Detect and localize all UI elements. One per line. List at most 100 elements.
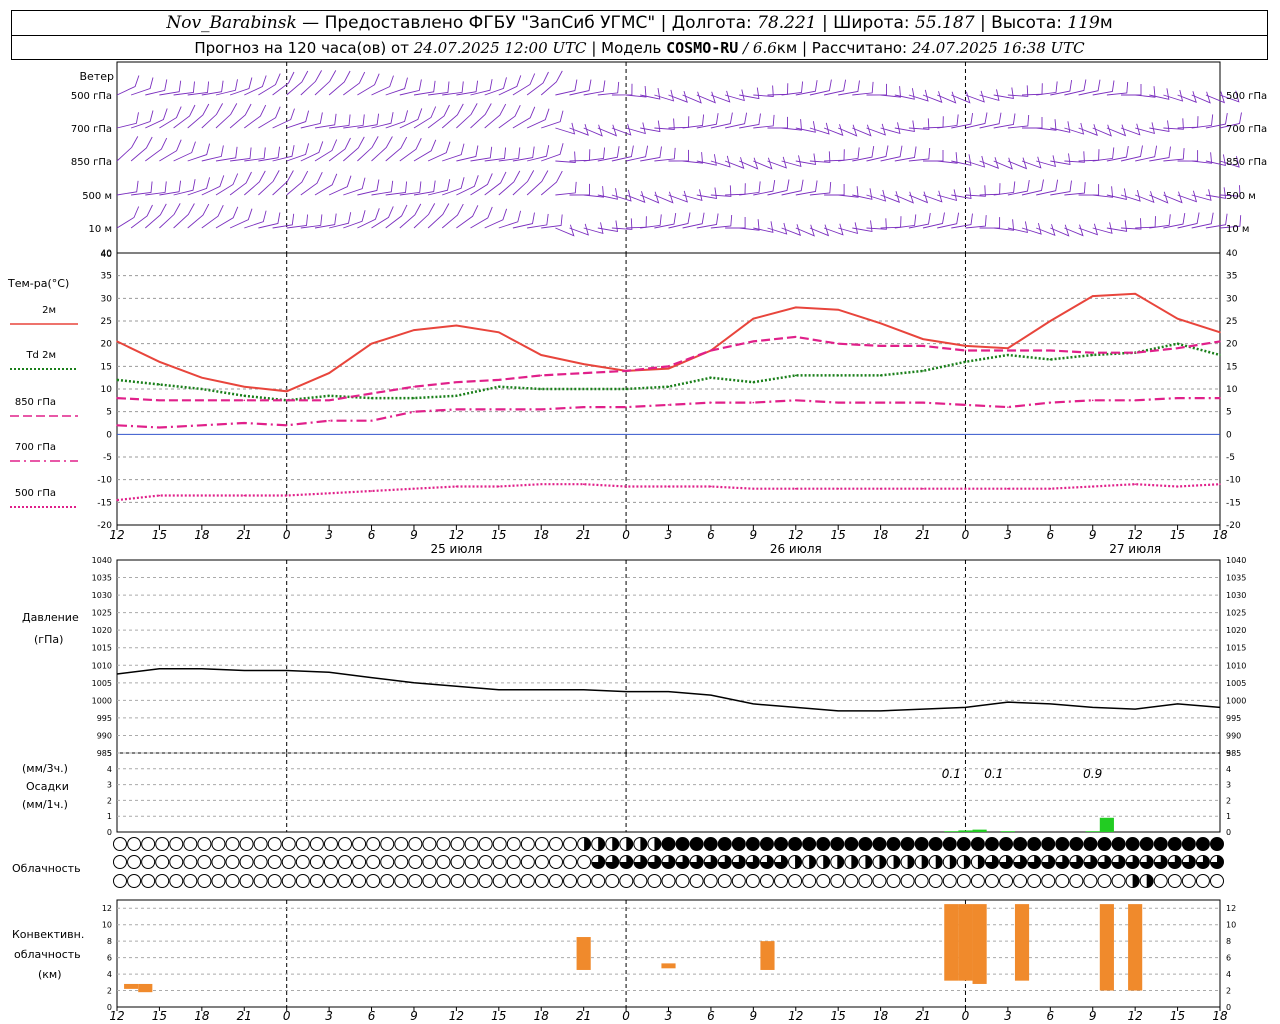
cloud-cover-symbol xyxy=(661,874,676,888)
temp-point xyxy=(582,388,585,390)
temp-point xyxy=(243,385,246,388)
temp-legend-label: 700 гПа xyxy=(15,442,56,453)
cloud-cover-symbol xyxy=(155,837,170,851)
cloud-cover-symbol xyxy=(774,874,789,888)
temp-legend-label: 500 гПа xyxy=(15,488,56,499)
cloud-cover-symbol xyxy=(127,837,142,851)
wind-barb xyxy=(795,153,817,166)
wind-barb xyxy=(1149,120,1170,132)
hour-tick-label-top: 12 xyxy=(788,528,803,542)
wind-barb xyxy=(145,79,168,96)
temp-point xyxy=(710,349,712,352)
wind-barb xyxy=(541,110,564,129)
convective-bar xyxy=(124,983,139,989)
hour-tick-label-bottom: 3 xyxy=(325,1009,333,1023)
temp-point xyxy=(116,340,118,343)
temp-point xyxy=(752,487,755,490)
cloud-cover-symbol xyxy=(942,874,957,888)
cloud-cover-symbol xyxy=(197,855,212,869)
hour-tick-label-bottom: 12 xyxy=(109,1009,124,1023)
wind-barb xyxy=(739,181,761,196)
temp-point xyxy=(1091,295,1094,297)
temp-point xyxy=(285,399,288,402)
wind-barb xyxy=(272,108,295,129)
temp-point xyxy=(201,376,203,379)
convective-bar xyxy=(1014,904,1030,981)
hour-tick-label-top: 0 xyxy=(283,528,291,542)
wind-barb xyxy=(611,145,634,162)
cloud-cover-symbol xyxy=(197,837,212,851)
temp-ytick-left: 25 xyxy=(101,317,112,327)
temp-point xyxy=(879,322,882,325)
pressure-ytick-left: 1010 xyxy=(92,661,112,670)
cloud-cover-symbol xyxy=(141,855,156,869)
wind-barb xyxy=(710,112,733,129)
cloud-cover-symbol xyxy=(788,837,803,851)
temp-point xyxy=(1049,401,1052,404)
cloud-cover-symbol xyxy=(1013,837,1028,851)
hour-tick-label-bottom: 12 xyxy=(1128,1009,1143,1023)
wind-barb xyxy=(965,90,985,103)
temp-point xyxy=(879,401,882,404)
cloud-cover-symbol xyxy=(886,874,901,888)
wind-barb xyxy=(1036,179,1059,196)
wind-barb xyxy=(597,188,618,200)
cloud-cover-symbol xyxy=(689,837,704,851)
precip-ytick-right: 3 xyxy=(1226,781,1231,790)
cloud-cover-symbol xyxy=(1139,837,1154,851)
cloud-cover-symbol xyxy=(563,855,578,869)
temp-ytick-right: -5 xyxy=(1226,453,1235,463)
cloud-cover-symbol xyxy=(492,874,507,888)
cloud-cover-symbol xyxy=(323,837,338,851)
convective-bar xyxy=(958,904,973,981)
cloud-cover-symbol xyxy=(1069,874,1084,888)
cloud-cover-symbol xyxy=(858,837,873,851)
wind-barb xyxy=(130,136,153,162)
conv-ytick-left: 12 xyxy=(102,904,112,913)
temp-point xyxy=(158,494,161,497)
temp-point xyxy=(1176,317,1179,320)
temp-point xyxy=(201,494,203,497)
wind-barb xyxy=(385,77,408,96)
cloud-cover-symbol xyxy=(155,874,170,888)
hour-tick-label-bottom: 0 xyxy=(962,1009,970,1023)
cloud-cover-symbol xyxy=(1125,837,1140,851)
wind-barb xyxy=(244,210,267,229)
temp-point xyxy=(964,345,967,347)
wind-barb xyxy=(555,224,575,237)
cloud-cover-symbol xyxy=(816,874,831,888)
cloud-cover-fill xyxy=(851,855,858,869)
wind-barb xyxy=(951,154,972,166)
temp-legend-label: 850 гПа xyxy=(15,397,56,408)
temp-point xyxy=(752,381,755,384)
cloud-cover-symbol xyxy=(942,837,957,851)
precip-bar xyxy=(972,829,987,832)
wind-barb xyxy=(428,81,450,96)
wind-barb xyxy=(371,180,394,196)
cloud-cover-symbol xyxy=(253,874,268,888)
wind-barb xyxy=(937,114,959,129)
hour-tick-label-bottom: 6 xyxy=(707,1009,715,1023)
temp-point xyxy=(158,361,161,363)
wind-level-label-left: 10 м xyxy=(89,224,112,235)
cloud-cover-symbol xyxy=(717,874,732,888)
temp-point xyxy=(837,401,839,404)
wind-barb xyxy=(922,190,943,203)
wind-barb xyxy=(640,120,661,133)
wind-barb xyxy=(328,175,352,196)
wind-barb xyxy=(781,81,804,96)
temp-ytick-left: -15 xyxy=(97,498,112,508)
conv-ytick-left: 2 xyxy=(107,987,112,996)
cloud-cover-symbol xyxy=(1167,874,1182,888)
wind-barb xyxy=(1106,188,1127,200)
temp-ytick-right: 35 xyxy=(1226,272,1237,282)
cloud-cover-symbol xyxy=(464,855,479,869)
hour-tick-label-top: 15 xyxy=(491,528,506,542)
wind-barb xyxy=(1177,190,1198,203)
temp-point xyxy=(455,408,458,411)
cloud-cover-symbol xyxy=(492,837,507,851)
wind-barb xyxy=(809,181,832,196)
wind-barb xyxy=(951,213,973,229)
conv-ytick-right: 12 xyxy=(1226,904,1236,913)
wind-barb xyxy=(809,79,832,96)
